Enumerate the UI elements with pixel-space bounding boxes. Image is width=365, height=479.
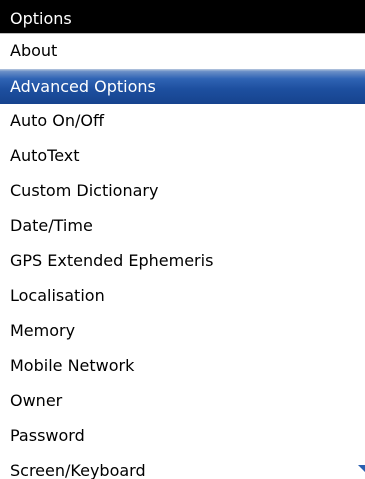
- list-item-mobile-network[interactable]: Mobile Network: [0, 349, 365, 384]
- list-item-gps-extended-ephemeris[interactable]: GPS Extended Ephemeris: [0, 244, 365, 279]
- options-list: About Advanced Options Auto On/Off AutoT…: [0, 34, 365, 479]
- list-item-memory[interactable]: Memory: [0, 314, 365, 349]
- list-item-autotext[interactable]: AutoText: [0, 139, 365, 174]
- list-item-custom-dictionary[interactable]: Custom Dictionary: [0, 174, 365, 209]
- scroll-down-arrow-icon: [358, 465, 365, 472]
- page-title: Options: [0, 0, 365, 33]
- list-item-date-time[interactable]: Date/Time: [0, 209, 365, 244]
- list-item-owner[interactable]: Owner: [0, 384, 365, 419]
- list-item-localisation[interactable]: Localisation: [0, 279, 365, 314]
- list-item-advanced-options[interactable]: Advanced Options: [0, 69, 365, 104]
- list-item-about[interactable]: About: [0, 34, 365, 69]
- options-screen: Options About Advanced Options Auto On/O…: [0, 0, 365, 479]
- list-item-auto-on-off[interactable]: Auto On/Off: [0, 104, 365, 139]
- list-item-password[interactable]: Password: [0, 419, 365, 454]
- list-item-screen-keyboard[interactable]: Screen/Keyboard: [0, 454, 365, 479]
